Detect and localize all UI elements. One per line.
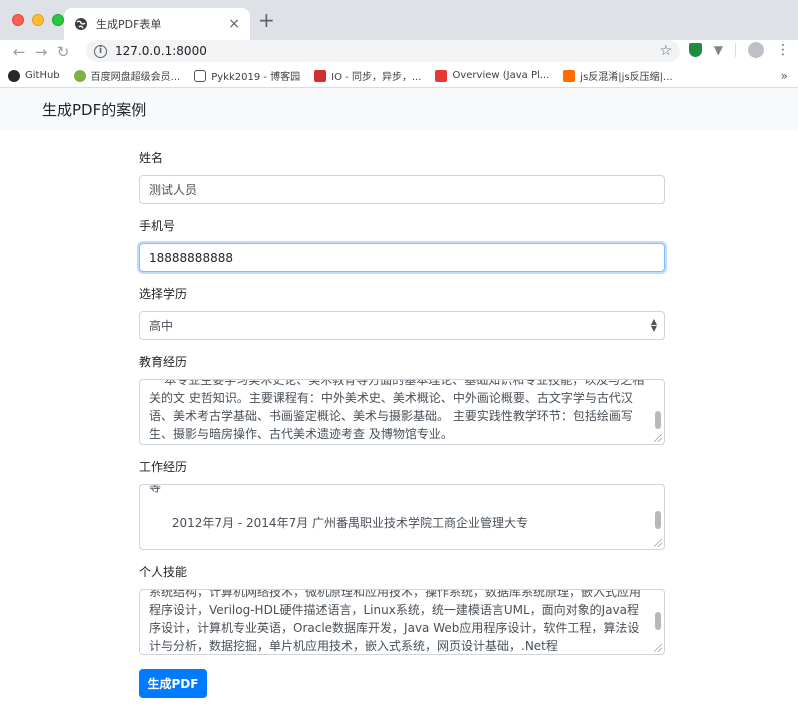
bookmark-github[interactable]: GitHub	[8, 69, 60, 82]
bookmark-star-icon[interactable]: ☆	[659, 43, 672, 59]
bookmark-baidu[interactable]: 百度网盘超级会员...	[73, 68, 181, 83]
maximize-window-button[interactable]	[52, 14, 64, 26]
github-icon	[8, 69, 20, 82]
work-group: 工作经历 等 2012年7月 - 2014年7月 广州番禺职业技术学院工商企业管…	[139, 459, 665, 550]
vue-extension-icon[interactable]: ▼	[714, 43, 723, 57]
bookmark-io[interactable]: IO - 同步，异步，...	[314, 68, 421, 83]
education-textarea[interactable]: 本专业主要学习美术史论、美术教育等方面的基本理论、基础知识和专业技能，以及与之相…	[139, 379, 665, 445]
java-icon	[435, 69, 448, 82]
url-text: 127.0.0.1:8000	[115, 44, 207, 58]
reload-icon[interactable]: ↻	[52, 43, 74, 61]
resume-form: 姓名 测试人员 手机号 18888888888 选择学历 高中 ▲ ▼ 教育经历 …	[139, 150, 665, 698]
bookmark-label: Overview (Java Pl...	[452, 70, 550, 81]
tab-close-icon[interactable]: ×	[228, 16, 240, 32]
work-textarea[interactable]: 等 2012年7月 - 2014年7月 广州番禺职业技术学院工商企业管理大专	[139, 484, 665, 550]
education-group: 教育经历 本专业主要学习美术史论、美术教育等方面的基本理论、基础知识和专业技能，…	[139, 354, 665, 445]
window-controls	[12, 14, 64, 26]
minimize-window-button[interactable]	[32, 14, 44, 26]
bookmark-label: Pykk2019 - 博客园	[211, 72, 301, 83]
address-bar[interactable]: i 127.0.0.1:8000 ☆	[86, 40, 680, 62]
education-level-label: 选择学历	[139, 287, 188, 301]
skills-label: 个人技能	[139, 565, 188, 579]
pykk-icon	[194, 69, 207, 82]
resize-handle-icon[interactable]	[654, 434, 662, 442]
shield-extension-icon[interactable]	[688, 43, 702, 57]
page-navbar: 生成PDF的案例	[0, 88, 798, 130]
forward-icon[interactable]: →	[30, 43, 52, 61]
bookmark-js[interactable]: js反混淆|js反压缩|...	[563, 68, 673, 83]
info-icon[interactable]: i	[94, 44, 107, 58]
scrollbar-thumb[interactable]	[655, 411, 661, 429]
phone-input[interactable]: 18888888888	[139, 243, 665, 272]
scrollbar-thumb[interactable]	[655, 612, 661, 630]
bookmark-pykk[interactable]: Pykk2019 - 博客园	[194, 68, 300, 83]
bookmarks-bar: GitHub 百度网盘超级会员... Pykk2019 - 博客园 IO - 同…	[0, 64, 798, 88]
new-tab-button[interactable]: +	[258, 10, 275, 30]
skills-group: 个人技能 系统结构，计算机网络技术，微机原理和应用技术，操作系统，数据库系统原理…	[139, 564, 665, 655]
globe-icon	[75, 18, 87, 30]
scrollbar[interactable]	[655, 489, 661, 535]
browser-toolbar: ← → ↻ i 127.0.0.1:8000 ☆ ▼ ⋮	[0, 40, 798, 64]
browser-tab-bar: 生成PDF表单 × +	[0, 0, 798, 40]
profile-avatar-icon[interactable]	[748, 42, 764, 58]
toolbar-separator	[735, 43, 736, 57]
select-arrows-icon: ▲ ▼	[650, 317, 657, 333]
generate-pdf-button[interactable]: 生成PDF	[139, 669, 207, 698]
bookmark-label: js反混淆|js反压缩|...	[580, 72, 673, 83]
skills-text: 系统结构，计算机网络技术，微机原理和应用技术，操作系统，数据库系统原理，嵌入式应…	[149, 589, 642, 653]
education-level-group: 选择学历 高中 ▲ ▼	[139, 286, 665, 340]
close-window-button[interactable]	[12, 14, 24, 26]
name-input[interactable]: 测试人员	[139, 175, 665, 204]
navbar-brand[interactable]: 生成PDF的案例	[42, 99, 146, 120]
bookmark-label: GitHub	[25, 70, 60, 81]
bookmark-label: IO - 同步，异步，...	[331, 72, 422, 83]
name-label: 姓名	[139, 151, 164, 165]
browser-tab[interactable]: 生成PDF表单 ×	[64, 8, 250, 40]
work-label: 工作经历	[139, 460, 188, 474]
scrollbar-thumb[interactable]	[655, 511, 661, 529]
education-level-select[interactable]: 高中 ▲ ▼	[139, 311, 665, 340]
extensions-area: ▼ ⋮	[688, 42, 790, 58]
education-label: 教育经历	[139, 355, 188, 369]
scrollbar[interactable]	[655, 594, 661, 640]
resize-handle-icon[interactable]	[654, 644, 662, 652]
tab-title: 生成PDF表单	[96, 18, 162, 31]
bookmark-label: 百度网盘超级会员...	[90, 72, 181, 83]
selected-value: 高中	[149, 319, 174, 333]
csdn-icon	[314, 69, 327, 82]
phone-label: 手机号	[139, 219, 176, 233]
bookmark-overview[interactable]: Overview (Java Pl...	[435, 69, 550, 82]
education-text: 本专业主要学习美术史论、美术教育等方面的基本理论、基础知识和专业技能，以及与之相…	[149, 379, 645, 441]
name-group: 姓名 测试人员	[139, 150, 665, 204]
menu-kebab-icon[interactable]: ⋮	[776, 42, 790, 58]
resize-handle-icon[interactable]	[654, 539, 662, 547]
baidu-icon	[73, 69, 86, 82]
work-text: 等 2012年7月 - 2014年7月 广州番禺职业技术学院工商企业管理大专	[149, 484, 529, 530]
phone-group: 手机号 18888888888	[139, 218, 665, 272]
skills-textarea[interactable]: 系统结构，计算机网络技术，微机原理和应用技术，操作系统，数据库系统原理，嵌入式应…	[139, 589, 665, 655]
bookmarks-overflow-button[interactable]: »	[781, 69, 788, 83]
js-icon	[563, 69, 576, 82]
scrollbar[interactable]	[655, 384, 661, 430]
back-icon[interactable]: ←	[8, 43, 30, 61]
